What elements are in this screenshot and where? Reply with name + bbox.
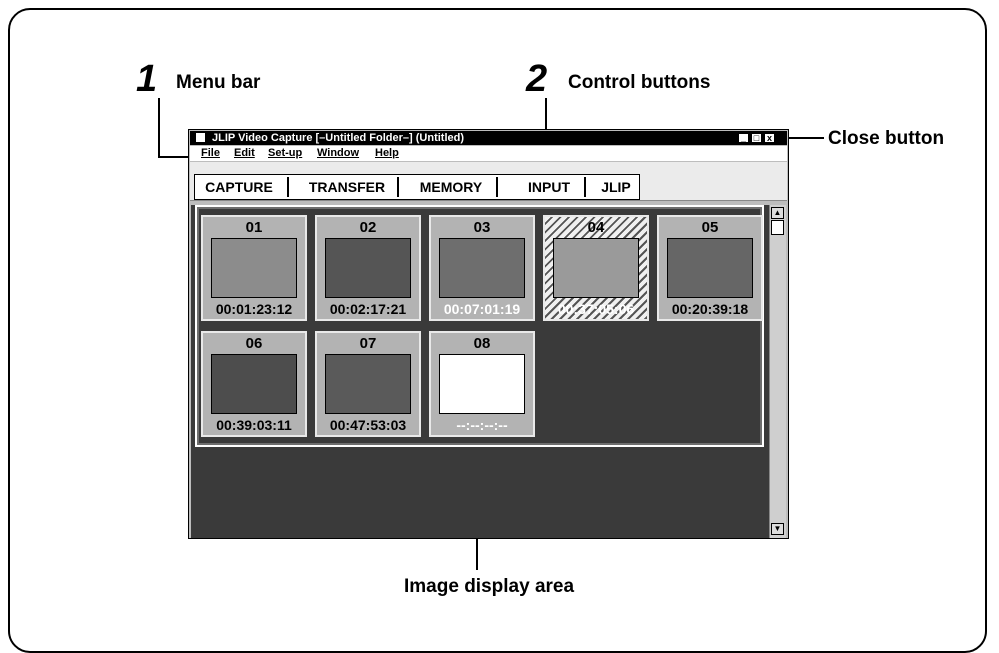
scroll-up-icon[interactable]: ▲: [771, 207, 784, 219]
thumbnail-number: 07: [359, 335, 377, 352]
menu-setup[interactable]: Set-up: [268, 147, 302, 159]
menu-window[interactable]: Window: [317, 147, 359, 159]
jlip-button[interactable]: JLIP: [595, 175, 637, 199]
thumbnail-timecode: 00:20:39:18: [671, 301, 749, 317]
close-icon[interactable]: x: [764, 133, 775, 143]
thumbnail-timecode: 00:37:05:06: [557, 301, 635, 317]
image-display-area[interactable]: 01 00:01:23:12 02 00:02:17:21 03 00:07:0…: [191, 205, 769, 538]
thumbnail-number: 04: [587, 219, 605, 236]
thumbnail-grid: 01 00:01:23:12 02 00:02:17:21 03 00:07:0…: [195, 205, 764, 447]
thumbnail-selected[interactable]: 04 00:37:05:06: [543, 215, 649, 321]
control-separator: [397, 177, 399, 197]
menu-edit[interactable]: Edit: [234, 147, 255, 159]
thumbnail-number: 06: [245, 335, 263, 352]
callout-number-1: 1: [136, 58, 158, 100]
thumbnail-image: [439, 238, 525, 298]
thumbnail-number: 05: [701, 219, 719, 236]
thumbnail-timecode: --:--:--:--: [456, 417, 508, 433]
thumbnail-number: 03: [473, 219, 491, 236]
scroll-down-icon[interactable]: ▼: [771, 523, 784, 535]
menu-file[interactable]: File: [201, 147, 220, 159]
control-separator: [287, 177, 289, 197]
control-buttons-group: CAPTURE TRANSFER MEMORY INPUT JLIP: [194, 174, 640, 200]
callout-menu-bar: Menu bar: [176, 72, 261, 93]
app-icon: [196, 133, 205, 142]
callout-number-2: 2: [526, 58, 548, 100]
control-separator: [584, 177, 586, 197]
title-bar: JLIP Video Capture [–Untitled Folder–] (…: [190, 131, 787, 145]
thumbnail-timecode: 00:07:01:19: [443, 301, 521, 317]
thumbnail[interactable]: 03 00:07:01:19: [429, 215, 535, 321]
thumbnail-image: [211, 238, 297, 298]
thumbnail[interactable]: 07 00:47:53:03: [315, 331, 421, 437]
thumbnail-image: [553, 238, 639, 298]
thumbnail-number: 01: [245, 219, 263, 236]
maximize-icon[interactable]: □: [751, 133, 762, 143]
thumbnail-empty[interactable]: 08 --:--:--:--: [429, 331, 535, 437]
memory-button[interactable]: MEMORY: [409, 175, 493, 199]
thumbnail-number: 02: [359, 219, 377, 236]
thumbnail[interactable]: 06 00:39:03:11: [201, 331, 307, 437]
callout-line-1: [158, 98, 160, 157]
capture-button[interactable]: CAPTURE: [199, 175, 279, 199]
transfer-button[interactable]: TRANSFER: [299, 175, 395, 199]
thumbnail-number: 08: [473, 335, 491, 352]
minimize-icon[interactable]: _: [738, 133, 749, 143]
callout-close-button: Close button: [828, 128, 945, 149]
vertical-scrollbar[interactable]: ▲ ▼: [769, 205, 786, 538]
scroll-thumb[interactable]: [771, 220, 784, 235]
window-title: JLIP Video Capture [–Untitled Folder–] (…: [212, 132, 465, 144]
thumbnail-timecode: 00:47:53:03: [329, 417, 407, 433]
app-window: JLIP Video Capture [–Untitled Folder–] (…: [188, 129, 789, 539]
callout-line-close: [784, 137, 824, 139]
callout-image-display-area: Image display area: [404, 576, 575, 597]
input-button[interactable]: INPUT: [507, 175, 591, 199]
thumbnail[interactable]: 05 00:20:39:18: [657, 215, 763, 321]
thumbnail[interactable]: 01 00:01:23:12: [201, 215, 307, 321]
thumbnail-image: [325, 354, 411, 414]
menu-bar: File Edit Set-up Window Help: [190, 146, 787, 161]
thumbnail-image: [325, 238, 411, 298]
thumbnail-timecode: 00:01:23:12: [215, 301, 293, 317]
thumbnail-timecode: 00:39:03:11: [216, 417, 292, 433]
thumbnail-timecode: 00:02:17:21: [329, 301, 407, 317]
callout-control-buttons: Control buttons: [568, 72, 711, 93]
menu-help[interactable]: Help: [375, 147, 399, 159]
thumbnail[interactable]: 02 00:02:17:21: [315, 215, 421, 321]
thumbnail-image: [667, 238, 753, 298]
control-separator: [496, 177, 498, 197]
thumbnail-image: [211, 354, 297, 414]
thumbnail-image-blank: [439, 354, 525, 414]
